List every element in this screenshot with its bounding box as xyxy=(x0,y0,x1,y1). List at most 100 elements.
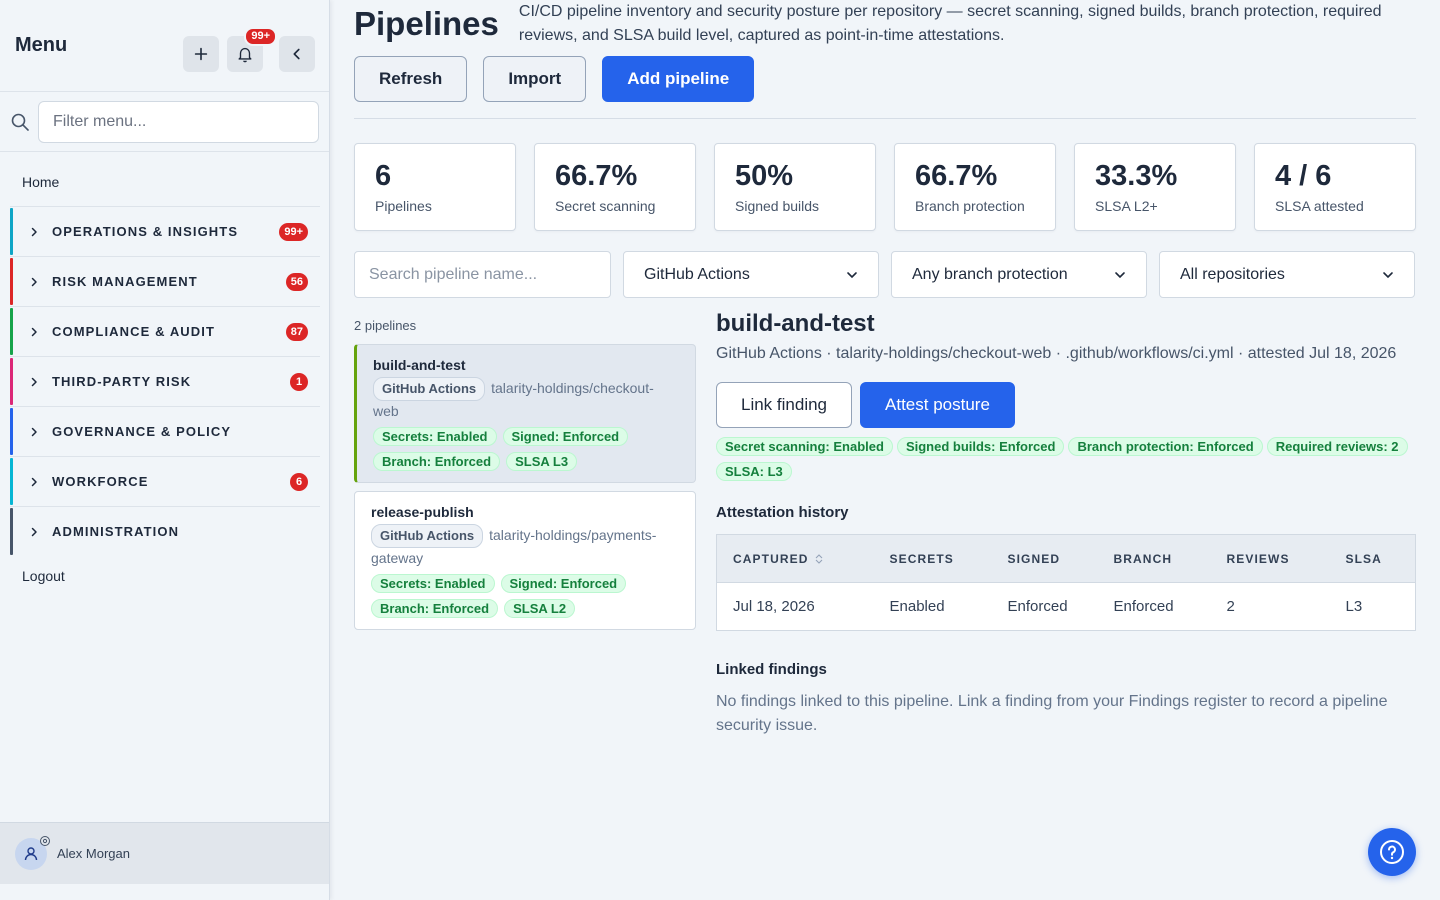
group-color-bar xyxy=(10,308,13,355)
link-finding-button[interactable]: Link finding xyxy=(716,382,853,428)
sidebar-group-compliance-audit[interactable]: COMPLIANCE & AUDIT 87 xyxy=(10,306,320,356)
chevron-right-icon xyxy=(31,427,37,436)
menu-filter xyxy=(0,92,329,152)
sidebar-group-label: THIRD-PARTY RISK xyxy=(52,374,192,389)
nav-logout[interactable]: Logout xyxy=(0,556,329,596)
attestation-table: CAPTURED SECRETS SIGNED BRANCH REVIEWS S… xyxy=(716,534,1416,631)
stat-value: 50% xyxy=(735,160,794,192)
branch-tag: Branch: Enforced xyxy=(373,452,501,471)
sidebar-header: Menu 99+ xyxy=(0,0,329,92)
chevron-left-icon xyxy=(293,48,300,60)
group-color-bar xyxy=(10,358,13,405)
stat-label: Signed builds xyxy=(735,198,820,214)
sort-icon[interactable] xyxy=(814,554,824,565)
detail-subtitle: GitHub Actions · talarity-holdings/check… xyxy=(716,345,1397,362)
sidebar-group-operations-insights[interactable]: OPERATIONS & INSIGHTS 99+ xyxy=(10,206,320,256)
user-name: Alex Morgan xyxy=(57,846,130,861)
filter-menu-input[interactable] xyxy=(38,100,319,143)
nav-home[interactable]: Home xyxy=(0,152,329,206)
count-badge: 87 xyxy=(285,322,308,341)
sidebar: Menu 99+ Home OPERATIONS & INSIGHTS 99+ RI… xyxy=(0,0,330,900)
page-actions: Refresh Import Add pipeline xyxy=(354,56,1416,102)
user-profile[interactable]: Alex Morgan xyxy=(0,822,329,884)
cell-captured: Jul 18, 2026 xyxy=(733,598,815,615)
sidebar-group-governance-policy[interactable]: GOVERNANCE & POLICY xyxy=(10,406,320,456)
stats-row: 6 Pipelines 66.7% Secret scanning 50% Signe… xyxy=(354,143,1416,231)
chevron-down-icon xyxy=(847,271,857,278)
signed-tag: Signed: Enforced xyxy=(500,574,627,593)
sidebar-group-risk-management[interactable]: RISK MANAGEMENT 56 xyxy=(10,256,320,306)
group-color-bar xyxy=(10,258,13,305)
table-header-row: CAPTURED SECRETS SIGNED BRANCH REVIEWS S… xyxy=(716,534,1416,583)
filter-bar: GitHub Actions Any branch protection All… xyxy=(354,251,1416,298)
group-color-bar xyxy=(10,208,13,255)
repository-select[interactable]: All repositories xyxy=(1159,251,1415,298)
avatar[interactable] xyxy=(15,835,50,870)
chevron-right-icon xyxy=(31,477,37,486)
branch-protection-select[interactable]: Any branch protection xyxy=(891,251,1147,298)
attest-posture-button[interactable]: Attest posture xyxy=(860,382,1015,428)
posture-tag: SLSA: L3 xyxy=(716,462,792,481)
stat-card: 66.7% Secret scanning xyxy=(534,143,696,231)
pipeline-name: release-publish xyxy=(371,504,474,520)
posture-tag: Branch protection: Enforced xyxy=(1068,437,1263,456)
column-header-slsa: SLSA xyxy=(1329,534,1416,583)
pipeline-count: 2 pipelines xyxy=(354,318,417,333)
stat-label: Pipelines xyxy=(375,198,432,214)
branch-select-value: Any branch protection xyxy=(912,265,1068,283)
pipeline-card[interactable]: release-publish GitHub Actions talarity-h… xyxy=(354,491,696,630)
column-header-captured[interactable]: CAPTURED xyxy=(716,534,874,583)
sidebar-group-label: ADMINISTRATION xyxy=(52,524,180,539)
gear-icon xyxy=(40,835,50,846)
pipeline-detail: build-and-test GitHub Actions · talarity… xyxy=(716,310,1416,738)
sidebar-group-third-party-risk[interactable]: THIRD-PARTY RISK 1 xyxy=(10,356,320,406)
sidebar-group-administration[interactable]: ADMINISTRATION xyxy=(10,506,320,556)
sidebar-group-workforce[interactable]: WORKFORCE 6 xyxy=(10,456,320,506)
branch-tag: Branch: Enforced xyxy=(371,599,499,618)
stat-label: SLSA attested xyxy=(1275,198,1364,214)
posture-tag: Secret scanning: Enabled xyxy=(716,437,893,456)
group-color-bar xyxy=(10,458,13,505)
sidebar-group-label: WORKFORCE xyxy=(52,474,149,489)
platform-chip: GitHub Actions xyxy=(373,377,486,401)
count-badge: 1 xyxy=(290,372,308,391)
sidebar-group-label: GOVERNANCE & POLICY xyxy=(52,424,232,439)
stat-card: 50% Signed builds xyxy=(714,143,876,231)
table-row[interactable]: Jul 18, 2026 Enabled Enforced Enforced 2… xyxy=(717,583,1416,631)
chevron-right-icon xyxy=(31,327,37,336)
chevron-right-icon xyxy=(31,277,37,286)
pipeline-tags: Secrets: Enabled Signed: Enforced Branch:… xyxy=(371,571,679,621)
refresh-button[interactable]: Refresh xyxy=(354,56,468,102)
search-pipeline-input[interactable] xyxy=(354,251,611,298)
add-button[interactable] xyxy=(183,36,219,72)
collapse-sidebar-button[interactable] xyxy=(279,36,315,72)
linked-findings-empty: No findings linked to this pipeline. Lin… xyxy=(716,693,1388,734)
pipeline-card[interactable]: build-and-test GitHub Actions talarity-ho… xyxy=(354,344,696,483)
chevron-down-icon xyxy=(1383,271,1393,278)
slsa-tag: SLSA L3 xyxy=(506,452,578,471)
column-header-label: CAPTURED xyxy=(733,551,809,566)
stat-card: 66.7% Branch protection xyxy=(894,143,1056,231)
bell-icon xyxy=(238,47,252,63)
main-content: Pipelines CI/CD pipeline inventory and s… xyxy=(354,0,1416,738)
column-header-secrets: SECRETS xyxy=(873,534,992,583)
chevron-right-icon xyxy=(31,377,37,386)
platform-select[interactable]: GitHub Actions xyxy=(623,251,879,298)
pipeline-name: build-and-test xyxy=(373,357,466,373)
notifications-button[interactable]: 99+ xyxy=(227,27,277,72)
stat-label: SLSA L2+ xyxy=(1095,198,1158,214)
column-header-reviews: REVIEWS xyxy=(1210,534,1330,583)
platform-select-value: GitHub Actions xyxy=(644,265,750,283)
cell-signed: Enforced xyxy=(1007,598,1068,615)
repository-select-value: All repositories xyxy=(1180,265,1285,283)
add-pipeline-button[interactable]: Add pipeline xyxy=(602,56,755,102)
linked-findings-heading: Linked findings xyxy=(716,661,827,678)
stat-card: 6 Pipelines xyxy=(354,143,516,231)
stat-label: Branch protection xyxy=(915,198,1025,214)
posture-tags: Secret scanning: Enabled Signed builds: E… xyxy=(716,434,1416,484)
count-badge: 99+ xyxy=(279,222,308,241)
import-button[interactable]: Import xyxy=(483,56,587,102)
help-icon xyxy=(1380,840,1404,864)
sidebar-group-label: RISK MANAGEMENT xyxy=(52,274,198,289)
help-button[interactable] xyxy=(1368,828,1416,876)
